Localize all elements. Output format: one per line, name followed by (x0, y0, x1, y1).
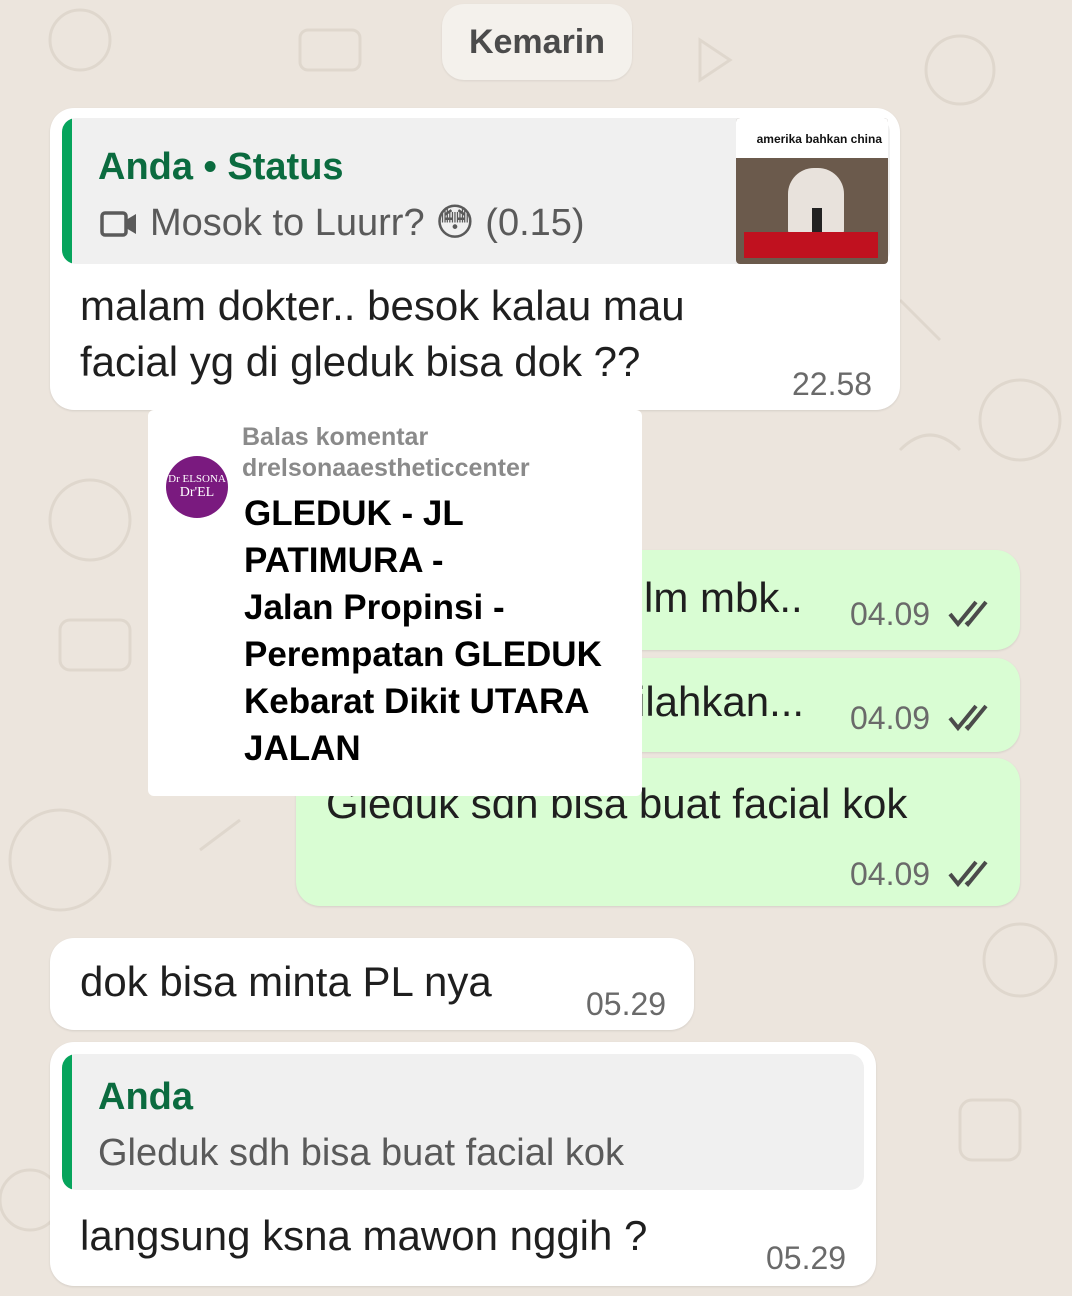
thumbnail-caption: amerika bahkan china (736, 118, 888, 158)
commenter-username: drelsonaaestheticcenter (242, 454, 530, 482)
comment-line: GLEDUK - JL (244, 494, 464, 533)
comment-line: PATIMURA - (244, 541, 444, 580)
message-time: 04.09 (850, 856, 931, 892)
message-time: 05.29 (766, 1240, 847, 1276)
avatar-text: Dr'EL (179, 485, 215, 500)
double-check-icon (948, 600, 988, 628)
thumbnail-banner (744, 232, 878, 258)
message-text: malam dokter.. besok kalau mau (80, 282, 685, 329)
quote-author: Anda • Status (98, 146, 344, 188)
message-text: facial yg di gleduk bisa dok ?? (80, 338, 641, 385)
reply-label: Balas komentar (242, 423, 429, 451)
quote-accent-bar (62, 118, 72, 264)
reply-quote[interactable]: Anda Gleduk sdh bisa buat facial kok (62, 1054, 864, 1190)
message-text: lm mbk.. (644, 574, 803, 621)
message-time: 22.58 (792, 366, 873, 402)
avatar-text: Dr ELSONA (168, 473, 226, 485)
comment-line: JALAN (244, 729, 361, 768)
comment-text: GLEDUK - JL PATIMURA - Jalan Propinsi - … (244, 490, 634, 772)
comment-line: Jalan Propinsi - (244, 588, 505, 627)
quote-text: Gleduk sdh bisa buat facial kok (98, 1132, 624, 1174)
status-thumbnail[interactable]: amerika bahkan china (736, 118, 888, 264)
message-text: langsung ksna mawon nggih ? (80, 1212, 648, 1259)
double-check-icon (948, 860, 988, 888)
comment-line: Perempatan GLEDUK (244, 635, 602, 674)
comment-line: Kebarat Dikit UTARA (244, 682, 590, 721)
message-time: 05.29 (586, 986, 667, 1022)
message-time: 04.09 (850, 596, 931, 632)
quote-accent-bar (62, 1054, 72, 1190)
message-time: 04.09 (850, 700, 931, 736)
double-check-icon (948, 704, 988, 732)
date-chip: Kemarin (442, 4, 632, 80)
video-camera-icon (100, 211, 136, 237)
quote-text: Mosok to Luurr? 😳 (0.15) (150, 202, 585, 244)
commenter-avatar: Dr ELSONA Dr'EL (166, 456, 228, 518)
message-text: ilahkan... (636, 678, 805, 725)
message-text: dok bisa minta PL nya (80, 958, 492, 1005)
quote-author: Anda (98, 1076, 193, 1118)
